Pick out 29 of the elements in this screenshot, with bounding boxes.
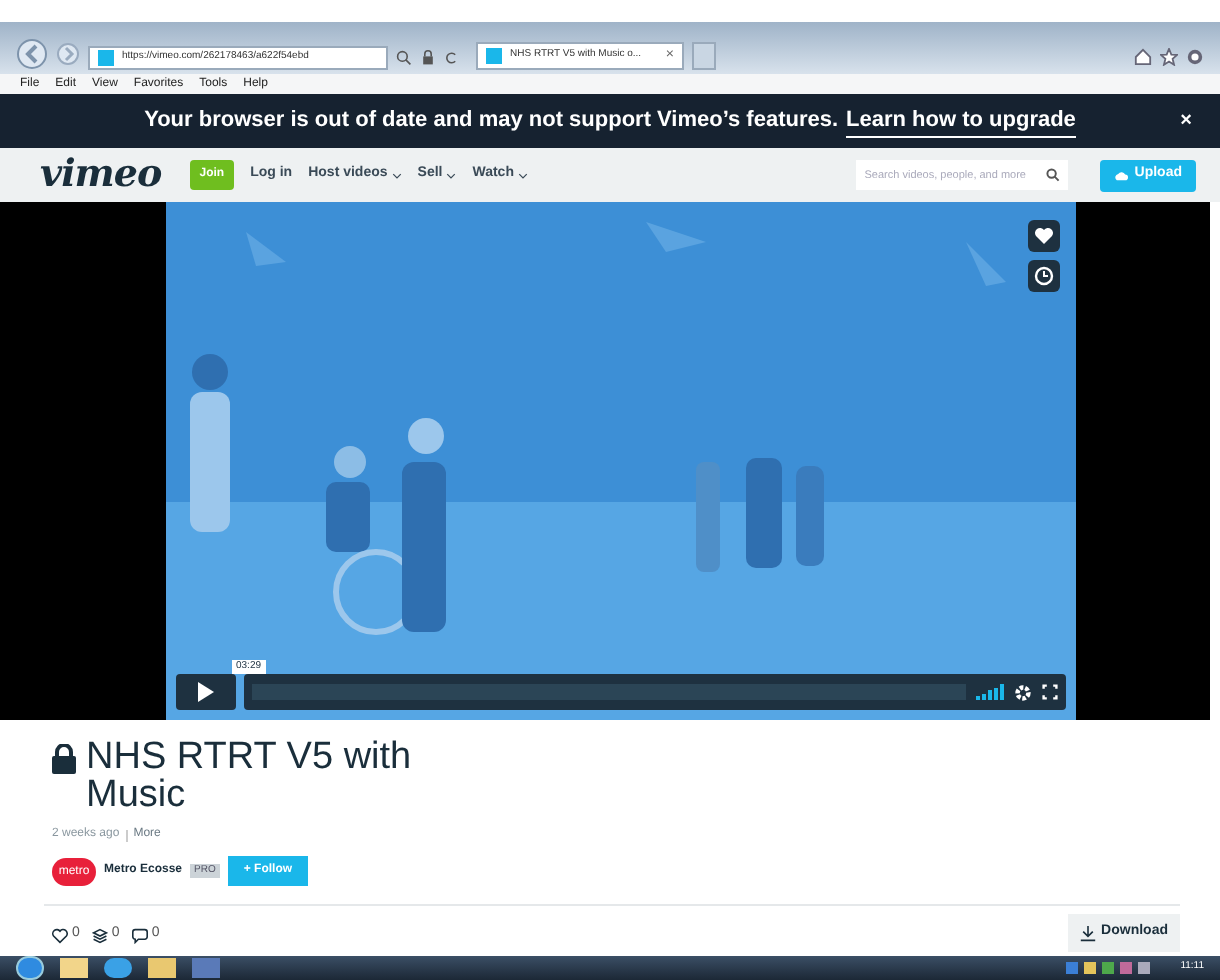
- taskbar-app-icon[interactable]: [104, 958, 132, 978]
- play-button[interactable]: [176, 674, 236, 710]
- upgrade-link[interactable]: Learn how to upgrade: [846, 103, 1076, 139]
- star-icon[interactable]: [1160, 48, 1178, 66]
- back-icon[interactable]: [16, 38, 48, 70]
- fullscreen-icon[interactable]: [1042, 684, 1058, 700]
- search-icon[interactable]: [1046, 168, 1061, 182]
- refresh-icon[interactable]: [444, 50, 460, 66]
- watch-later-button[interactable]: [1028, 260, 1060, 292]
- search-icon[interactable]: [396, 50, 412, 66]
- download-icon: [1079, 925, 1096, 941]
- lock-icon: [420, 50, 436, 66]
- play-icon: [198, 682, 214, 702]
- close-button[interactable]: ×: [1180, 106, 1192, 136]
- vimeo-logo[interactable]: vimeo: [40, 156, 162, 194]
- heart-icon[interactable]: [52, 927, 68, 943]
- stack-icon[interactable]: [91, 927, 108, 943]
- heart-icon: [1034, 226, 1054, 246]
- video-title: NHS RTRT V5 with Music: [86, 738, 414, 814]
- banner-text: Your browser is out of date and may not support Vimeo’s features.: [144, 106, 839, 137]
- cloud-icon: [1114, 169, 1129, 181]
- like-button[interactable]: [1028, 220, 1060, 252]
- home-icon[interactable]: [1134, 48, 1152, 66]
- clock-icon: [1034, 266, 1054, 286]
- start-button[interactable]: [16, 956, 44, 980]
- volume-icon[interactable]: [976, 684, 1004, 700]
- site-icon: [98, 50, 114, 66]
- site-icon: [486, 48, 502, 64]
- speech-bubble-icon[interactable]: [131, 927, 148, 943]
